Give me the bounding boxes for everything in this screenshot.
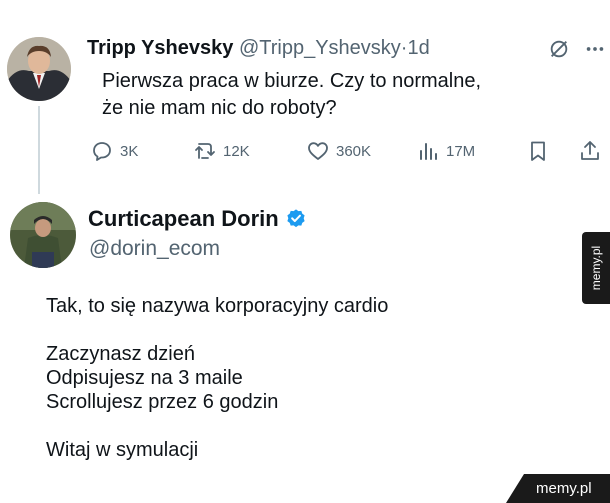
grok-icon[interactable] — [548, 38, 570, 60]
like-count: 360K — [336, 142, 372, 160]
tweet2-line: Witaj w symulacji — [46, 439, 199, 461]
repost-button[interactable]: 12K — [193, 138, 250, 164]
tweet2-line: Scrollujesz przez 6 godzin — [46, 391, 279, 413]
tweet1-header: Tripp Yshevsky @Tripp_Yshevsky·1d — [87, 37, 430, 60]
tweet1-timestamp[interactable]: 1d — [407, 37, 429, 59]
tweet1-display-name[interactable]: Tripp Yshevsky — [87, 37, 233, 59]
reply-button[interactable]: 3K — [90, 138, 138, 164]
views-button[interactable]: 17M — [416, 138, 475, 164]
more-options-icon[interactable] — [584, 38, 606, 60]
dorin-avatar[interactable] — [10, 202, 76, 268]
repost-icon — [195, 143, 215, 159]
tripp-avatar-image — [7, 37, 71, 101]
bottom-watermark-text: memy.pl — [536, 480, 592, 497]
tweet2-line: Zaczynasz dzień — [46, 343, 195, 365]
side-watermark: memy.pl — [582, 232, 610, 304]
like-button[interactable]: 360K — [306, 138, 371, 164]
side-watermark-text: memy.pl — [589, 245, 603, 291]
share-button[interactable] — [578, 138, 602, 164]
bookmark-icon — [531, 141, 545, 161]
tweet2-blank-line — [46, 414, 388, 438]
tweet2-handle[interactable]: @dorin_ecom — [89, 237, 220, 261]
bookmark-button[interactable] — [526, 138, 550, 164]
dorin-avatar-image — [10, 202, 76, 268]
tweet1-action-bar: 3K 12K 360K 17M — [0, 138, 610, 164]
repost-count: 12K — [223, 142, 250, 160]
verified-badge-icon — [287, 209, 305, 228]
heart-icon — [308, 142, 328, 160]
tweet2-line: Odpisujesz na 3 maile — [46, 367, 243, 389]
reply-icon — [93, 142, 111, 161]
share-icon — [581, 141, 599, 160]
views-icon — [420, 143, 437, 160]
tweet2-text: Tak, to się nazywa korporacyjny cardio Z… — [46, 294, 388, 462]
tweet2-line: Tak, to się nazywa korporacyjny cardio — [46, 295, 389, 317]
views-count: 17M — [446, 142, 476, 160]
bottom-watermark: memy.pl — [506, 474, 610, 503]
tweet2-display-name-row: Curticapean Dorin — [88, 206, 307, 232]
tweet2-blank-line — [46, 318, 388, 342]
reply-count: 3K — [120, 142, 139, 160]
tripp-avatar[interactable] — [7, 37, 71, 101]
tweet2-display-name[interactable]: Curticapean Dorin — [88, 206, 279, 232]
tweet1-handle[interactable]: @Tripp_Yshevsky — [239, 37, 401, 59]
tweet1-text: Pierwsza praca w biurze. Czy to normalne… — [102, 70, 482, 119]
